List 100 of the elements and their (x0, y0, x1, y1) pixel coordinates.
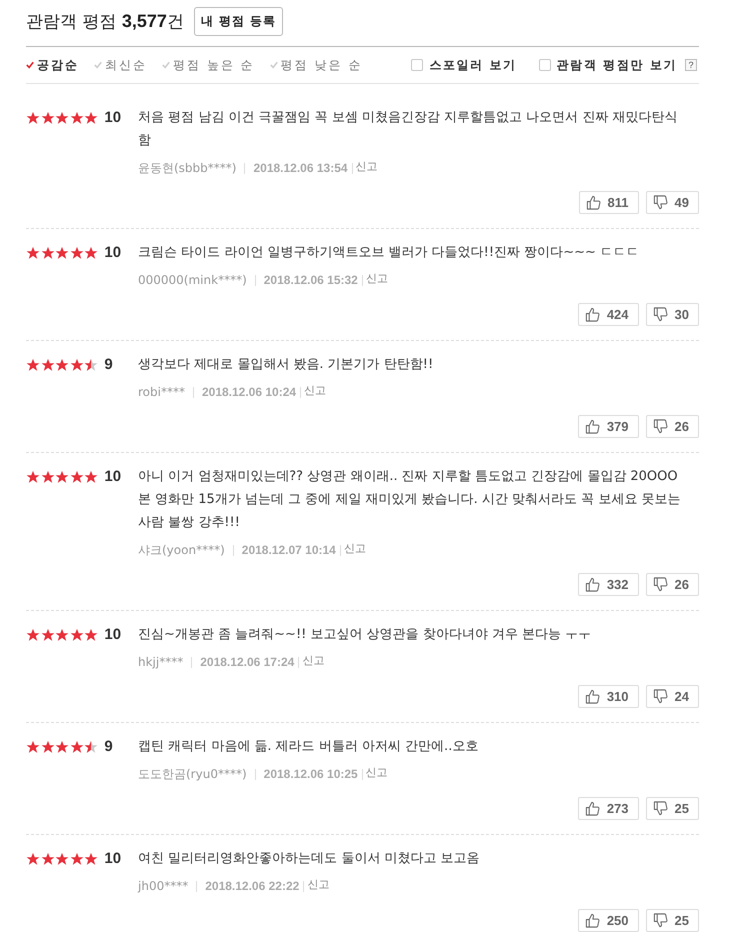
star-icon (55, 358, 70, 372)
like-button[interactable]: 332 (578, 573, 639, 596)
sort-option[interactable]: 공감순 (26, 56, 79, 74)
review-score: 9 (104, 356, 113, 373)
report-link[interactable]: 신고 (344, 541, 366, 556)
half-star-icon (84, 740, 98, 754)
dislike-button[interactable]: 49 (646, 191, 699, 214)
register-rating-button[interactable]: 내 평점 등록 (194, 7, 284, 36)
reviewer-name: 도도한곰(ryu0****) (138, 766, 247, 782)
half-star-icon (84, 358, 98, 372)
checkbox[interactable] (411, 59, 424, 71)
review-text: 캡틴 캐릭터 마음에 듦. 제라드 버틀러 아저씨 간만에..오호 (138, 738, 480, 756)
star-icon (55, 740, 70, 754)
like-button[interactable]: 424 (578, 303, 639, 326)
like-button[interactable]: 250 (578, 909, 639, 932)
like-button[interactable]: 811 (578, 191, 639, 214)
thumbs-up-icon (584, 689, 600, 704)
dislike-button[interactable]: 26 (646, 415, 699, 438)
review-date: 2018.12.06 10:25 (264, 767, 358, 781)
star-icon (70, 628, 84, 642)
reviewer-name: 000000(mink****) (138, 273, 247, 287)
dislike-button[interactable]: 30 (646, 303, 699, 326)
star-icon (84, 246, 98, 260)
star-icon (84, 110, 98, 124)
help-button[interactable]: ? (685, 59, 697, 71)
like-button[interactable]: 310 (578, 685, 639, 708)
dislike-button[interactable]: 25 (646, 909, 699, 932)
star-icon (40, 246, 55, 260)
dislike-button[interactable]: 26 (646, 573, 699, 596)
checkbox[interactable] (538, 59, 551, 71)
star-icon (84, 852, 98, 866)
thumbs-up-icon (584, 577, 600, 592)
thumbs-up-icon (586, 195, 601, 210)
star-icon (26, 246, 40, 260)
star-icon (26, 852, 40, 866)
reviewer-name: 샤크(yoon****) (138, 542, 225, 558)
reviewer-name: robi**** (138, 385, 185, 399)
filter-label[interactable]: 관람객 평점만 보기 (556, 56, 677, 74)
report-link[interactable]: 신고 (302, 653, 324, 668)
report-link[interactable]: 신고 (307, 877, 330, 892)
star-icon (40, 740, 55, 754)
star-icon (55, 852, 70, 866)
dislike-button[interactable]: 25 (646, 797, 699, 820)
review-date: 2018.12.06 10:24 (202, 385, 296, 399)
thumbs-down-icon (652, 913, 668, 928)
review-date: 2018.12.06 17:24 (200, 655, 294, 669)
star-icon (40, 358, 55, 372)
star-icon (55, 628, 70, 642)
like-button[interactable]: 379 (578, 415, 639, 438)
report-link[interactable]: 신고 (366, 271, 388, 286)
star-icon (70, 470, 84, 484)
star-icon (40, 628, 55, 642)
sort-option[interactable]: 평점 낮은 순 (270, 56, 362, 74)
check-icon (270, 61, 278, 69)
star-icon (70, 852, 84, 866)
dislike-button[interactable]: 24 (646, 685, 699, 708)
reviewer-name: 윤동현(sbbb****) (138, 160, 236, 176)
star-icon (55, 246, 70, 260)
thumbs-down-icon (652, 801, 668, 816)
review-score: 10 (104, 850, 122, 867)
review-score: 10 (104, 244, 122, 261)
review-score: 10 (104, 109, 122, 126)
review-date: 2018.12.06 22:22 (205, 879, 300, 893)
thumbs-down-icon (652, 419, 668, 434)
report-link[interactable]: 신고 (356, 159, 378, 174)
thumbs-up-icon (584, 801, 600, 816)
star-icon (55, 110, 70, 124)
star-icon (40, 470, 55, 484)
review-text: 진심~개봉관 좀 늘려줘~~!! 보고싶어 상영관을 찾아다녀야 겨우 본다능 ㅜㅜ (138, 626, 592, 644)
like-button[interactable]: 273 (578, 797, 639, 820)
report-link[interactable]: 신고 (304, 383, 326, 398)
star-icon (26, 470, 40, 484)
star-icon (26, 740, 40, 754)
thumbs-up-icon (584, 419, 600, 434)
review-score: 9 (104, 738, 113, 755)
star-icon (26, 110, 40, 124)
sort-option[interactable]: 평점 높은 순 (162, 56, 255, 74)
thumbs-up-icon (584, 307, 600, 322)
check-icon (26, 61, 34, 69)
review-text: 여친 밀리터리영화안좋아하는데도 둘이서 미쳤다고 보고옴 (138, 850, 481, 868)
reviewer-name: hkjj**** (138, 655, 184, 669)
report-link[interactable]: 신고 (366, 765, 388, 780)
thumbs-up-icon (584, 913, 600, 928)
thumbs-down-icon (652, 195, 668, 210)
check-icon (162, 61, 170, 69)
sort-option[interactable]: 최신순 (94, 56, 147, 74)
review-score: 10 (104, 626, 122, 643)
thumbs-down-icon (652, 577, 668, 592)
review-date: 2018.12.07 10:14 (242, 543, 336, 557)
star-icon (84, 470, 98, 484)
star-icon (70, 110, 84, 124)
review-text: 아니 이거 엄청재미있는데?? 상영관 왜이래.. 진짜 지루할 틈도없고 긴장감에 몰입감 20OOO 본 영화만 15개가 넘는데 그 중에 제일 재미있게 봤습니다. 시간 맞춰서라도 꼭 보세요 못보는 사람 불쌍 강추!!! (138, 468, 682, 532)
review-text: 생각보다 제대로 몰입해서 봤음. 기본기가 탄탄함!! (138, 356, 434, 374)
review-text: 처음 평점 남김 이건 극꿀잼임 꼭 보셈 미쳤음긴장감 지루할틈없고 나오면서 진짜 재밌다탄식함 (138, 109, 678, 150)
star-icon (40, 852, 55, 866)
star-icon (26, 628, 40, 642)
filter-label[interactable]: 스포일러 보기 (429, 56, 517, 74)
star-icon (55, 470, 70, 484)
rating-count-title: 관람객 평점 3,577건 (26, 10, 184, 33)
reviewer-name: jh00**** (138, 879, 188, 893)
